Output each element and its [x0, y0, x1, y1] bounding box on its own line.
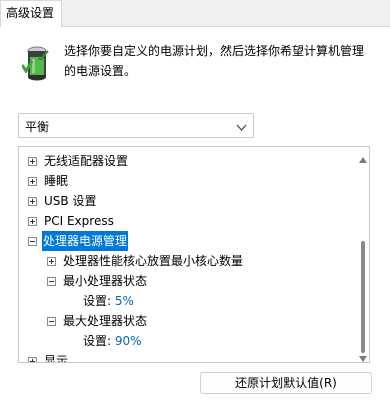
tree-item-display[interactable]: 显示	[19, 351, 349, 363]
setting-row-max-processor-state[interactable]: 设置: 90%	[19, 331, 349, 351]
collapse-icon[interactable]	[47, 317, 56, 326]
tree-item-sleep[interactable]: 睡眠	[19, 171, 349, 191]
tree-item-usb-settings[interactable]: USB 设置	[19, 191, 349, 211]
tab-strip: 高级设置	[0, 0, 390, 27]
setting-value[interactable]: 5%	[115, 294, 134, 308]
expand-icon[interactable]	[47, 257, 56, 266]
expand-icon[interactable]	[28, 157, 37, 166]
scroll-up-arrow-icon[interactable]	[359, 152, 367, 163]
setting-value[interactable]: 90%	[115, 334, 142, 348]
tab-advanced-settings[interactable]: 高级设置	[0, 0, 62, 27]
chevron-down-icon	[236, 121, 247, 131]
collapse-icon[interactable]	[28, 237, 37, 246]
tree-item-label: 处理器电源管理	[42, 231, 129, 251]
expand-icon[interactable]	[28, 197, 37, 206]
tree-item-label: USB 设置	[44, 194, 97, 208]
tree-item-label: 显示	[44, 354, 69, 363]
advanced-settings-panel: 选择你要自定义的电源计划，然后选择你希望计算机管理的电源设置。 平衡 无线适配器…	[0, 26, 390, 417]
power-plan-select[interactable]: 平衡	[18, 113, 254, 138]
scroll-down-arrow-icon[interactable]	[359, 351, 367, 362]
tree-item-pci-express[interactable]: PCI Express	[19, 211, 349, 231]
tree-item-min-processor-state[interactable]: 最小处理器状态	[19, 271, 349, 291]
setting-label: 设置:	[83, 334, 112, 348]
tree-item-label: 无线适配器设置	[44, 154, 129, 168]
tree-item-wireless-adapter-settings[interactable]: 无线适配器设置	[19, 151, 349, 171]
expand-icon[interactable]	[28, 177, 37, 186]
tree-item-processor-power-management[interactable]: 处理器电源管理	[19, 231, 349, 251]
expand-icon[interactable]	[28, 357, 37, 362]
setting-label: 设置:	[83, 294, 112, 308]
tree-item-max-processor-state[interactable]: 最大处理器状态	[19, 311, 349, 331]
power-options-battery-icon	[20, 45, 52, 81]
restore-plan-defaults-button[interactable]: 还原计划默认值(R)	[200, 372, 372, 394]
settings-tree[interactable]: 无线适配器设置 睡眠 USB 设置 PCI Express 处理器电源管理 处理…	[18, 146, 370, 363]
tree-item-label: 最小处理器状态	[63, 274, 148, 288]
tree-item-label: 最大处理器状态	[63, 314, 148, 328]
tree-scrollbar[interactable]	[357, 147, 369, 362]
expand-icon[interactable]	[28, 217, 37, 226]
setting-row-min-processor-state[interactable]: 设置: 5%	[19, 291, 349, 311]
tree-item-label: 处理器性能核心放置最小核心数量	[63, 254, 244, 268]
tree-item-label: PCI Express	[44, 214, 114, 228]
collapse-icon[interactable]	[47, 277, 56, 286]
scroll-thumb[interactable]	[361, 241, 365, 353]
description-text: 选择你要自定义的电源计划，然后选择你希望计算机管理的电源设置。	[64, 44, 365, 78]
power-plan-value: 平衡	[25, 120, 50, 134]
tree-item-label: 睡眠	[44, 174, 69, 188]
tree-item-core-parking-min-cores[interactable]: 处理器性能核心放置最小核心数量	[19, 251, 349, 271]
